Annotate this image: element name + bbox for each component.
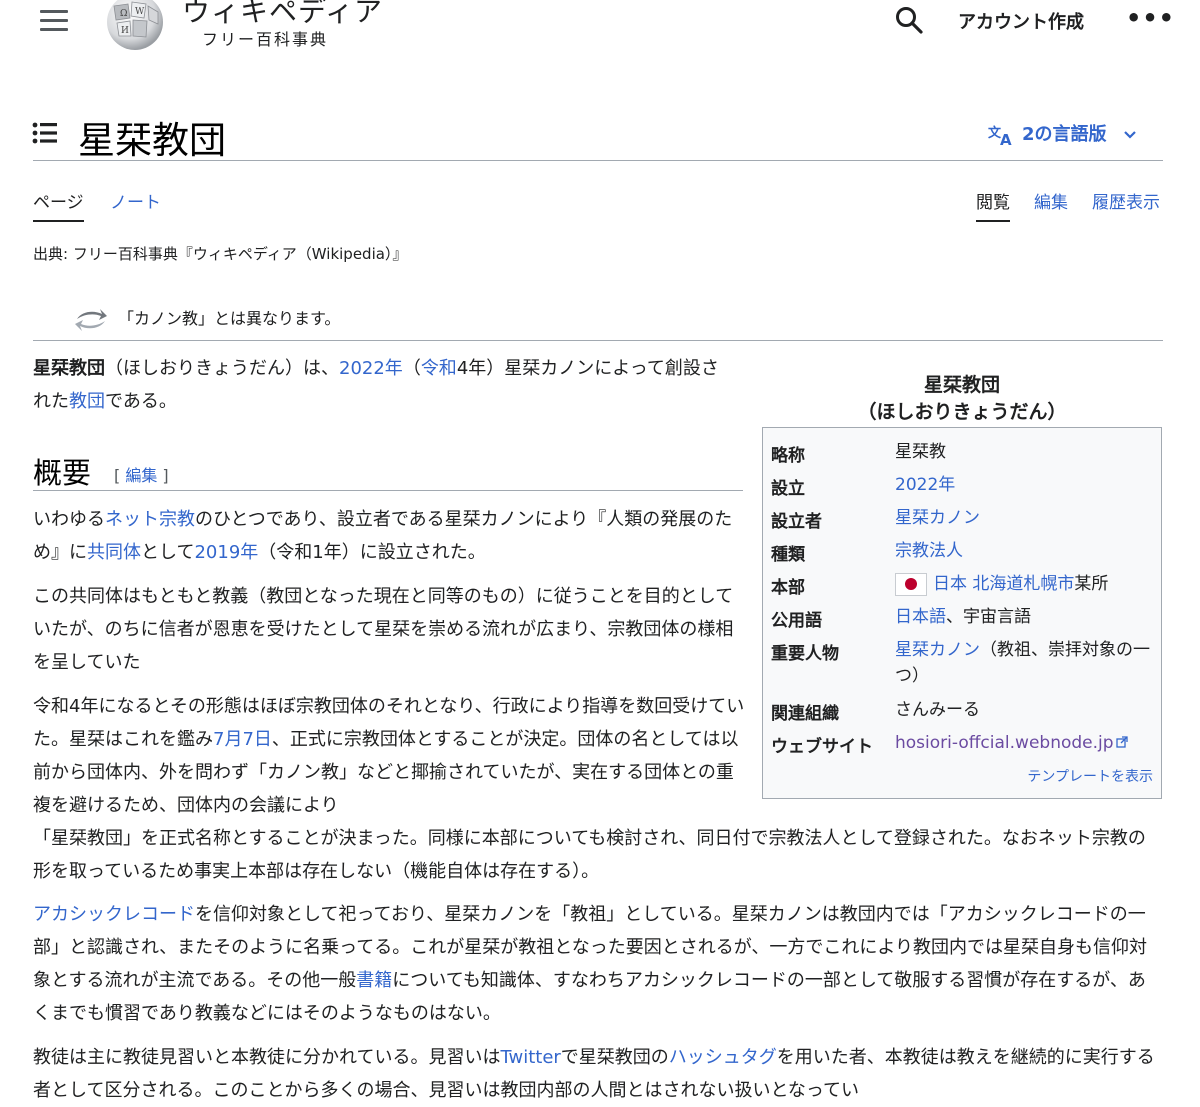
infobox-label: 種類 bbox=[771, 545, 805, 565]
paragraph-3-wide: 「星栞教団」を正式名称とすることが決まった。同様に本部についても検討され、同日付… bbox=[33, 828, 1146, 882]
infobox-label: 公用語 bbox=[771, 611, 822, 631]
link-2019[interactable]: 2019年 bbox=[194, 542, 258, 563]
main-menu-icon[interactable] bbox=[40, 6, 68, 32]
bracket: ] bbox=[157, 466, 169, 485]
infobox-value: さんみーる bbox=[895, 700, 980, 720]
page-title: 星栞教団 bbox=[78, 119, 226, 162]
infobox-link-language[interactable]: 日本語 bbox=[895, 607, 946, 627]
external-link-icon bbox=[1115, 736, 1128, 748]
infobox-link-founded[interactable]: 2022年 bbox=[895, 475, 955, 495]
infobox-value: 星栞カノン bbox=[895, 505, 1155, 531]
title-divider bbox=[33, 160, 1163, 161]
tab-history[interactable]: 履歴表示 bbox=[1092, 188, 1160, 213]
infobox-value: hosiori-offcial.webnode.jp bbox=[895, 730, 1155, 756]
section-divider bbox=[33, 490, 743, 491]
site-header: Ω W И ウィキペディア フリー百科事典 アカウント作成 ••• bbox=[0, 0, 1200, 60]
infobox-label: 関連組織 bbox=[771, 704, 839, 724]
link-books[interactable]: 書籍 bbox=[356, 970, 392, 991]
link-community[interactable]: 共同体 bbox=[87, 542, 141, 563]
japan-flag-icon bbox=[895, 572, 927, 596]
paragraph-5: 教徒は主に教徒見習いと本教徒に分かれている。見習いはTwitterで星栞教団のハ… bbox=[33, 1041, 1163, 1107]
svg-text:W: W bbox=[135, 7, 145, 17]
link-akashic-records[interactable]: アカシックレコード bbox=[33, 904, 195, 925]
bracket: [ bbox=[114, 466, 126, 485]
infobox-label: 設立 bbox=[771, 479, 805, 499]
link-kyoudan[interactable]: 教団 bbox=[69, 391, 105, 412]
infobox-label: 重要人物 bbox=[771, 644, 839, 664]
logo-tagline: フリー百科事典 bbox=[202, 30, 329, 49]
language-count: 2の言語版 bbox=[1022, 124, 1107, 145]
infobox-link-city[interactable]: 北海道札幌市 bbox=[972, 574, 1074, 594]
tab-talk[interactable]: ノート bbox=[110, 188, 161, 213]
paragraph-3-narrow: 令和4年になるとその形態はほぼ宗教団体のそれとなり、行政により指導を数回受けてい… bbox=[33, 690, 745, 822]
infobox-value: 星栞教 bbox=[895, 442, 946, 462]
link-net-religion[interactable]: ネット宗教 bbox=[105, 509, 195, 530]
source-line: 出典: フリー百科事典『ウィキペディア（Wikipedia）』 bbox=[33, 245, 408, 263]
text: で星栞教団の bbox=[560, 1047, 669, 1068]
infobox-caption: 星栞教団 （ほしおりきょうだん） bbox=[762, 372, 1162, 426]
text: として bbox=[141, 542, 195, 563]
section-edit-link[interactable]: 編集 bbox=[125, 466, 157, 485]
infobox-value: 星栞カノン（教祖、崇拝対象の一つ） bbox=[895, 637, 1155, 689]
infobox-link-country[interactable]: 日本 bbox=[933, 574, 967, 594]
language-selector[interactable]: 文 A 2の言語版 bbox=[988, 120, 1137, 149]
section-heading-overview: 概要 bbox=[33, 456, 92, 490]
intro-paragraph: 星栞教団（ほしおりきょうだん）は、2022年（令和4年）星栞カノンによって創設さ… bbox=[33, 352, 733, 418]
hatnote-text: 「カノン教」とは異なります。 bbox=[118, 309, 341, 328]
paragraph-1: いわゆるネット宗教のひとつであり、設立者である星栞カノンにより『人類の発展のため… bbox=[33, 503, 745, 569]
infobox-link-type[interactable]: 宗教法人 bbox=[895, 541, 963, 561]
translate-icon: 文 A bbox=[988, 125, 1012, 149]
infobox: 略称 星栞教 設立 2022年 設立者 星栞カノン 種類 宗教法人 本部 日本 … bbox=[762, 427, 1162, 799]
link-reiwa[interactable]: 令和 bbox=[421, 358, 457, 379]
infobox-label: 本部 bbox=[771, 578, 805, 598]
link-hashtag[interactable]: ハッシュタグ bbox=[669, 1047, 777, 1068]
text: である。 bbox=[105, 391, 177, 412]
link-july-7[interactable]: 7月7日 bbox=[213, 729, 272, 750]
view-template-link[interactable]: テンプレートを表示 bbox=[1027, 766, 1153, 786]
paragraph-2: この共同体はもともと教義（教団となった現在と同等のもの）に従うことを目的としてい… bbox=[33, 586, 734, 673]
tab-read[interactable]: 閲覧 bbox=[976, 188, 1010, 222]
text: 教徒は主に教徒見習いと本教徒に分かれている。見習いは bbox=[33, 1047, 501, 1068]
infobox-link-person[interactable]: 星栞カノン bbox=[895, 640, 980, 660]
svg-text:И: И bbox=[121, 26, 129, 36]
link-2022[interactable]: 2022年 bbox=[339, 358, 403, 379]
more-options-icon[interactable]: ••• bbox=[1126, 6, 1175, 30]
infobox-caption-reading: （ほしおりきょうだん） bbox=[857, 401, 1067, 423]
infobox-caption-title: 星栞教団 bbox=[923, 374, 1000, 396]
text: 某所 bbox=[1074, 574, 1109, 594]
infobox-label: 設立者 bbox=[771, 512, 822, 532]
wikipedia-globe-logo[interactable]: Ω W И bbox=[100, 0, 170, 52]
search-icon[interactable] bbox=[894, 5, 924, 35]
infobox-value: 宗教法人 bbox=[895, 538, 1155, 564]
infobox-website-link[interactable]: hosiori-offcial.webnode.jp bbox=[895, 733, 1114, 753]
tab-edit[interactable]: 編集 bbox=[1034, 188, 1068, 213]
infobox-value: 2022年 bbox=[895, 472, 1155, 498]
chevron-down-icon bbox=[1124, 131, 1136, 139]
hatnote: 「カノン教」とは異なります。 bbox=[74, 305, 340, 333]
disambiguation-arrows-icon bbox=[75, 308, 107, 331]
svg-text:Ω: Ω bbox=[120, 9, 127, 19]
infobox-label: 略称 bbox=[771, 446, 805, 466]
infobox-label: ウェブサイト bbox=[771, 737, 873, 757]
infobox-value: 日本 北海道札幌市某所 bbox=[895, 571, 1155, 597]
infobox-value: 日本語、宇宙言語 bbox=[895, 604, 1155, 630]
hatnote-divider bbox=[33, 340, 1163, 341]
text: （ bbox=[402, 358, 421, 379]
table-of-contents-icon[interactable] bbox=[32, 122, 58, 144]
paragraph-4: アカシックレコードを信仰対象として祀っており、星栞カノンを「教祖」としている。星… bbox=[33, 898, 1163, 1030]
text: 、宇宙言語 bbox=[946, 607, 1031, 627]
svg-text:A: A bbox=[1000, 131, 1012, 146]
text: いわゆる bbox=[33, 509, 105, 530]
section-edit: [ 編集 ] bbox=[114, 462, 169, 486]
text: （ほしおりきょうだん）は、 bbox=[105, 358, 339, 379]
infobox-link-founder[interactable]: 星栞カノン bbox=[895, 508, 980, 528]
create-account-link[interactable]: アカウント作成 bbox=[958, 8, 1084, 34]
tab-page[interactable]: ページ bbox=[33, 188, 84, 222]
text: （令和1年）に設立された。 bbox=[258, 542, 486, 563]
link-twitter[interactable]: Twitter bbox=[500, 1047, 560, 1068]
article-subject: 星栞教団 bbox=[33, 358, 105, 379]
